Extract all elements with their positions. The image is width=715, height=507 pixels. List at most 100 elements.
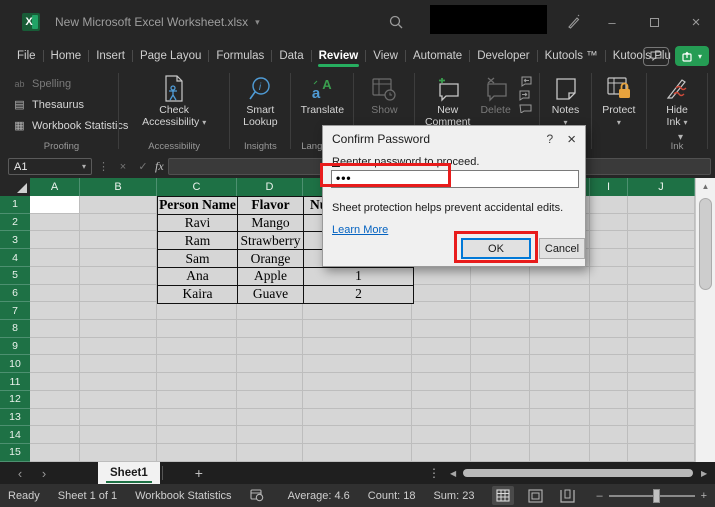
cell-A15[interactable]	[30, 444, 80, 462]
cell-I5[interactable]	[590, 267, 628, 285]
cell-F5[interactable]	[412, 267, 471, 285]
column-header-C[interactable]: C	[157, 178, 237, 196]
cell-J8[interactable]	[628, 320, 695, 338]
check-accessibility-button[interactable]: Check Accessibility ▾	[138, 70, 210, 128]
learn-more-link[interactable]: Learn More	[332, 224, 388, 236]
cell-J13[interactable]	[628, 409, 695, 427]
cell-G15[interactable]	[471, 444, 530, 462]
title-chevron-down-icon[interactable]: ▾	[255, 17, 260, 28]
pen-ink-icon[interactable]	[566, 14, 582, 30]
sheet-tab-sheet1[interactable]: Sheet1	[98, 462, 160, 484]
cell-A1[interactable]	[30, 196, 80, 214]
cell-A6[interactable]	[30, 285, 80, 303]
cell-I14[interactable]	[590, 426, 628, 444]
notes-button[interactable]: Notes ▾	[548, 70, 583, 128]
cell-G14[interactable]	[471, 426, 530, 444]
row-header-11[interactable]: 11	[0, 373, 30, 391]
cell-J1[interactable]	[628, 196, 695, 214]
table-cell[interactable]: Orange	[238, 250, 304, 268]
cell-B7[interactable]	[80, 302, 157, 320]
cell-J11[interactable]	[628, 373, 695, 391]
scroll-up-icon[interactable]: ▲	[696, 182, 715, 191]
maximize-button[interactable]	[642, 10, 666, 34]
cell-D9[interactable]	[237, 338, 303, 356]
cell-D12[interactable]	[237, 391, 303, 409]
cell-E7[interactable]	[303, 302, 412, 320]
cell-F13[interactable]	[412, 409, 471, 427]
menu-tab-review[interactable]: Review	[312, 47, 366, 65]
comments-button[interactable]	[643, 47, 669, 66]
dialog-help-icon[interactable]: ?	[547, 132, 554, 146]
row-header-9[interactable]: 9	[0, 338, 30, 356]
menu-tab-formulas[interactable]: Formulas	[209, 47, 271, 65]
cell-H15[interactable]	[530, 444, 590, 462]
cell-I1[interactable]	[590, 196, 628, 214]
table-cell[interactable]: Apple	[238, 268, 304, 286]
smart-lookup-button[interactable]: i Smart Lookup	[239, 70, 281, 128]
cell-E9[interactable]	[303, 338, 412, 356]
insert-function-icon[interactable]: fx	[155, 159, 164, 174]
share-button[interactable]: ▾	[675, 46, 709, 66]
status-workbook-statistics[interactable]: Workbook Statistics	[135, 490, 231, 502]
cell-C15[interactable]	[157, 444, 237, 462]
cell-I13[interactable]	[590, 409, 628, 427]
cell-H13[interactable]	[530, 409, 590, 427]
row-header-7[interactable]: 7	[0, 302, 30, 320]
cell-A9[interactable]	[30, 338, 80, 356]
cell-I6[interactable]	[590, 285, 628, 303]
menu-tab-view[interactable]: View	[366, 47, 405, 65]
cell-J2[interactable]	[628, 214, 695, 232]
cell-A4[interactable]	[30, 249, 80, 267]
cell-E15[interactable]	[303, 444, 412, 462]
cell-I15[interactable]	[590, 444, 628, 462]
row-header-5[interactable]: 5	[0, 267, 30, 285]
row-header-10[interactable]: 10	[0, 355, 30, 373]
cell-I11[interactable]	[590, 373, 628, 391]
cell-J6[interactable]	[628, 285, 695, 303]
row-header-14[interactable]: 14	[0, 426, 30, 444]
cell-H9[interactable]	[530, 338, 590, 356]
cell-E8[interactable]	[303, 320, 412, 338]
normal-view-button[interactable]	[492, 486, 514, 505]
cell-F10[interactable]	[412, 355, 471, 373]
cell-B1[interactable]	[80, 196, 157, 214]
cell-J5[interactable]	[628, 267, 695, 285]
tab-bar-more-icon[interactable]: ⋮	[428, 466, 440, 480]
cell-I10[interactable]	[590, 355, 628, 373]
previous-comment-icon[interactable]	[519, 76, 532, 87]
thesaurus-button[interactable]: ▤ Thesaurus	[8, 95, 88, 114]
column-header-D[interactable]: D	[237, 178, 303, 196]
cell-G6[interactable]	[471, 285, 530, 303]
workbook-statistics-button[interactable]: ▦ Workbook Statistics	[8, 116, 132, 135]
cell-I9[interactable]	[590, 338, 628, 356]
cancel-entry-icon[interactable]: ×	[115, 161, 131, 173]
cell-B9[interactable]	[80, 338, 157, 356]
table-cell[interactable]: Sam	[158, 250, 238, 268]
menu-tab-insert[interactable]: Insert	[89, 47, 132, 65]
cell-B10[interactable]	[80, 355, 157, 373]
page-break-preview-button[interactable]	[556, 486, 578, 505]
table-cell[interactable]: Ana	[158, 268, 238, 286]
cell-H8[interactable]	[530, 320, 590, 338]
cell-H5[interactable]	[530, 267, 590, 285]
cell-A13[interactable]	[30, 409, 80, 427]
previous-sheet-icon[interactable]: ‹	[8, 466, 32, 481]
horizontal-scroll-thumb[interactable]	[463, 469, 693, 477]
cell-F9[interactable]	[412, 338, 471, 356]
cell-B12[interactable]	[80, 391, 157, 409]
cell-C10[interactable]	[157, 355, 237, 373]
table-cell[interactable]: Flavor	[238, 197, 304, 215]
hide-ink-button[interactable]: Hide Ink ▾	[660, 70, 694, 128]
table-cell[interactable]: Mango	[238, 215, 304, 233]
cell-G7[interactable]	[471, 302, 530, 320]
cell-D11[interactable]	[237, 373, 303, 391]
column-header-I[interactable]: I	[590, 178, 628, 196]
table-cell[interactable]: Ram	[158, 232, 238, 250]
cell-F15[interactable]	[412, 444, 471, 462]
page-layout-view-button[interactable]	[524, 486, 546, 505]
cell-E14[interactable]	[303, 426, 412, 444]
next-comment-icon[interactable]	[519, 90, 532, 101]
cell-G8[interactable]	[471, 320, 530, 338]
table-cell[interactable]: Strawberry	[238, 232, 304, 250]
cell-B13[interactable]	[80, 409, 157, 427]
